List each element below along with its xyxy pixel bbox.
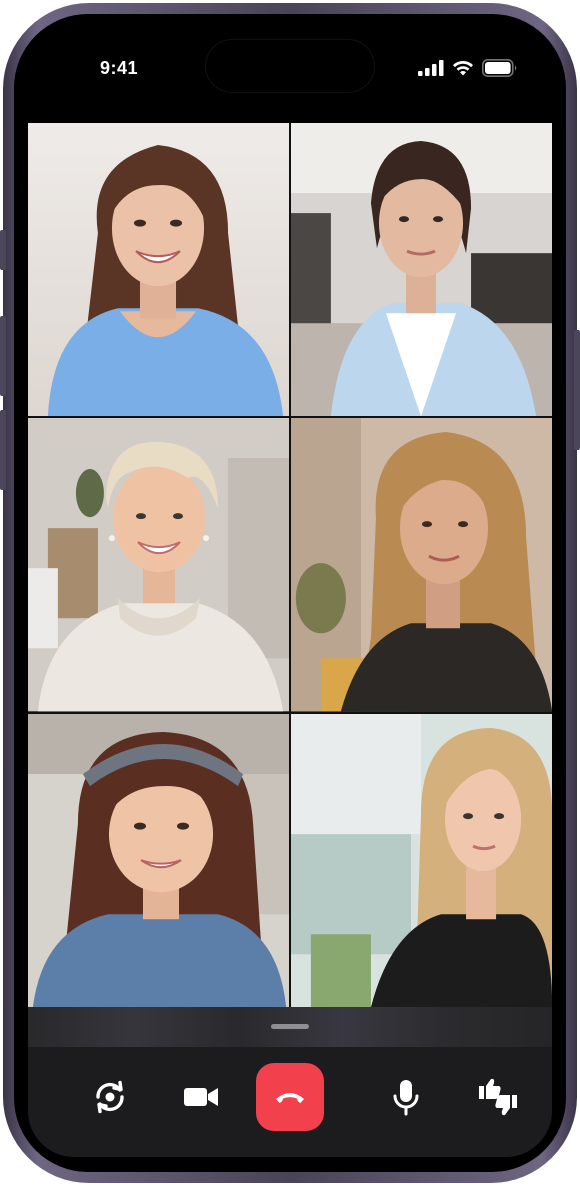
panel-grabber[interactable] [271, 1024, 309, 1029]
video-camera-icon [184, 1088, 218, 1106]
action-button [0, 230, 6, 270]
reactions-button[interactable] [464, 1063, 532, 1131]
wifi-icon [453, 60, 473, 76]
status-time: 9:41 [100, 58, 139, 78]
cellular-signal-icon [418, 60, 444, 76]
participant-grid [28, 123, 552, 1007]
status-icons [418, 58, 518, 78]
participant-tile-6[interactable] [291, 713, 552, 1007]
thumbs-up-down-icon [479, 1078, 517, 1116]
volume-up-button [0, 316, 6, 396]
call-control-panel [28, 1007, 552, 1157]
participant-video-2 [291, 123, 552, 417]
participant-tile-1[interactable] [28, 123, 289, 417]
volume-down-button [0, 410, 6, 490]
participant-tile-4[interactable] [291, 418, 552, 712]
video-button[interactable] [167, 1063, 235, 1131]
participant-video-1 [28, 123, 289, 417]
dynamic-island [206, 40, 374, 92]
flip-camera-icon [96, 1080, 124, 1114]
participant-video-4 [291, 418, 552, 712]
participant-video-6 [291, 713, 552, 1007]
participant-video-5 [28, 713, 289, 1007]
phone-hangup-icon [276, 1093, 304, 1103]
participant-tile-5[interactable] [28, 713, 289, 1007]
power-button [574, 330, 580, 450]
screen: 9:41 [14, 14, 566, 1172]
end-call-button[interactable] [256, 1063, 324, 1131]
flip-camera-button[interactable] [76, 1063, 144, 1131]
participant-video-3 [28, 418, 289, 712]
status-bar: 9:41 [14, 14, 566, 114]
participant-tile-3[interactable] [28, 418, 289, 712]
call-controls [28, 1063, 552, 1131]
participant-tile-2[interactable] [291, 123, 552, 417]
microphone-icon [393, 1080, 419, 1116]
battery-icon [482, 59, 517, 77]
mute-button[interactable] [372, 1063, 440, 1131]
